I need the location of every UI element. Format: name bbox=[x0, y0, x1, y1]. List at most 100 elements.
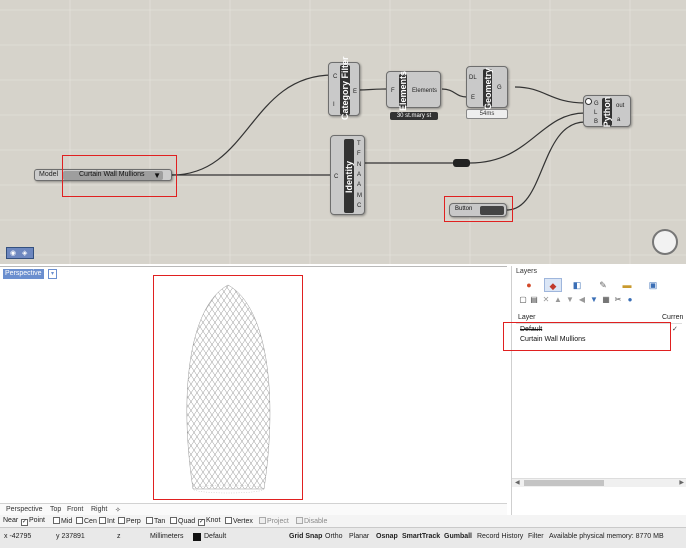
python-component[interactable]: Python G L B out a bbox=[583, 95, 631, 127]
geometry-component[interactable]: Geometry DL E G bbox=[466, 66, 508, 110]
layers-panel: Layers ● ◆ ◧ ✎ ▬ ▣ ▢ ▤ ✕ ▲ ▼ ◀ ▼ ▦ ✂ ● L… bbox=[503, 266, 686, 515]
toggle-grid-snap[interactable]: Grid Snap bbox=[289, 533, 322, 540]
scroll-right-icon[interactable]: ▶ bbox=[679, 479, 684, 486]
scroll-left-icon[interactable]: ◀ bbox=[515, 479, 520, 486]
elements-component[interactable]: Elements F Elements bbox=[386, 71, 441, 111]
units-label[interactable]: Millimeters bbox=[150, 533, 183, 540]
osnap-cen-checkbox[interactable] bbox=[76, 517, 83, 524]
osnap-quad[interactable]: Quad bbox=[170, 517, 195, 525]
preview-icon[interactable]: ◈ bbox=[22, 250, 27, 258]
osnap-vertex-checkbox[interactable] bbox=[225, 517, 232, 524]
osnap-perp[interactable]: Perp bbox=[118, 517, 141, 525]
eye-icon[interactable]: ◉ bbox=[10, 250, 16, 258]
osnap-bar: Near ✓ Point Mid Cen Int Perp Tan Quad ✓ K… bbox=[0, 515, 686, 527]
osnap-cen[interactable]: Cen bbox=[76, 517, 97, 525]
grasshopper-canvas[interactable]: Model Curtain Wall Mullions ▼ Category F… bbox=[0, 0, 686, 264]
toggle-gumball[interactable]: Gumball bbox=[444, 533, 472, 540]
osnap-near-label[interactable]: Near bbox=[3, 517, 18, 524]
osnap-project-checkbox[interactable] bbox=[259, 517, 266, 524]
port-g-in: G bbox=[594, 101, 599, 107]
filter-icon[interactable]: ▼ bbox=[589, 294, 599, 305]
tab-right[interactable]: Right bbox=[91, 506, 107, 513]
toggle-osnap[interactable]: Osnap bbox=[376, 533, 398, 540]
coord-x: x -42795 bbox=[4, 533, 32, 540]
wrench-icon[interactable]: ✂ bbox=[613, 294, 623, 305]
current-column-header[interactable]: Curren bbox=[662, 314, 683, 321]
osnap-project[interactable]: Project bbox=[259, 517, 289, 525]
category-filter-label: Category Filter bbox=[340, 56, 350, 120]
layer-column-header[interactable]: Layer bbox=[518, 314, 536, 321]
osnap-quad-checkbox[interactable] bbox=[170, 517, 177, 524]
toggle-smarttrack[interactable]: SmartTrack bbox=[402, 533, 440, 540]
app-window: Model Curtain Wall Mullions ▼ Category F… bbox=[0, 0, 686, 548]
button-highlight bbox=[444, 196, 513, 222]
canvas-toolbar: ◉ ◈ bbox=[6, 247, 34, 259]
toggle-record-history[interactable]: Record History bbox=[477, 533, 523, 540]
folder-tab-icon[interactable]: ▬ bbox=[618, 278, 636, 292]
osnap-disable-label: Disable bbox=[304, 518, 328, 525]
tab-front[interactable]: Front bbox=[67, 506, 83, 513]
help-icon[interactable]: ● bbox=[625, 294, 635, 305]
move-down-icon[interactable]: ▼ bbox=[565, 294, 575, 305]
python-logo-icon bbox=[585, 98, 592, 105]
osnap-disable[interactable]: Disable bbox=[296, 517, 327, 525]
new-layer-icon[interactable]: ▢ bbox=[518, 294, 528, 305]
osnap-mid-checkbox[interactable] bbox=[53, 517, 60, 524]
layers-scrollbar[interactable]: ◀ ▶ bbox=[512, 478, 686, 487]
properties-tab-icon[interactable]: ◆ bbox=[544, 278, 562, 292]
port-c-in: C bbox=[334, 174, 339, 180]
osnap-perp-checkbox[interactable] bbox=[118, 517, 125, 524]
tab-top[interactable]: Top bbox=[50, 506, 61, 513]
identity-label: Identity bbox=[344, 161, 354, 194]
new-sublayer-icon[interactable]: ▤ bbox=[529, 294, 539, 305]
osnap-tan-checkbox[interactable] bbox=[146, 517, 153, 524]
layer-swatch bbox=[193, 533, 201, 541]
osnap-point[interactable]: ✓ Point bbox=[21, 517, 45, 526]
delete-icon[interactable]: ✕ bbox=[541, 294, 551, 305]
port-out: out bbox=[616, 103, 625, 109]
osnap-tan-label: Tan bbox=[154, 518, 166, 525]
toggle-planar[interactable]: Planar bbox=[349, 533, 369, 540]
elements-label: Elements bbox=[398, 70, 408, 112]
toggle-filter[interactable]: Filter bbox=[528, 533, 544, 540]
back-icon[interactable]: ◀ bbox=[577, 294, 587, 305]
identity-component[interactable]: Identity C T F N A A M C bbox=[330, 135, 365, 215]
display-tab-icon[interactable]: ◧ bbox=[568, 278, 586, 292]
osnap-disable-checkbox[interactable] bbox=[296, 517, 303, 524]
osnap-point-checkbox[interactable]: ✓ bbox=[21, 519, 28, 526]
viewport-tabs: Perspective Top Front Right ✧ bbox=[0, 503, 507, 515]
port-g: G bbox=[497, 85, 502, 91]
osnap-int[interactable]: Int bbox=[99, 517, 115, 525]
relay-node[interactable] bbox=[453, 159, 470, 167]
geometry-caption: 54ms bbox=[466, 109, 508, 119]
port-i: I bbox=[333, 102, 335, 108]
osnap-cen-label: Cen bbox=[84, 518, 97, 525]
osnap-vertex[interactable]: Vertex bbox=[225, 517, 253, 525]
osnap-quad-label: Quad bbox=[178, 518, 196, 525]
render-tab-icon[interactable]: ✎ bbox=[594, 278, 612, 292]
port-f: F bbox=[357, 151, 361, 157]
osnap-int-checkbox[interactable] bbox=[99, 517, 106, 524]
add-viewport-icon[interactable]: ✧ bbox=[115, 506, 121, 514]
layers-tab-icon[interactable]: ● bbox=[520, 278, 538, 292]
navigator-icon[interactable] bbox=[652, 229, 678, 255]
checkmark-icon: ✓ bbox=[672, 326, 678, 333]
current-layer[interactable]: Default bbox=[204, 533, 226, 540]
tools-icon[interactable]: ▦ bbox=[601, 294, 611, 305]
osnap-tan[interactable]: Tan bbox=[146, 517, 165, 525]
toggle-ortho[interactable]: Ortho bbox=[325, 533, 343, 540]
value-list-label: Model bbox=[39, 171, 59, 178]
category-filter-component[interactable]: Category Filter C I E bbox=[328, 56, 360, 120]
tab-perspective[interactable]: Perspective bbox=[6, 506, 43, 513]
port-n: N bbox=[357, 162, 362, 168]
scroll-thumb[interactable] bbox=[524, 480, 604, 486]
perspective-viewport[interactable]: Perspective ▾ bbox=[0, 266, 507, 503]
python-label: Python bbox=[602, 96, 612, 128]
osnap-mid[interactable]: Mid bbox=[53, 517, 72, 525]
port-t: T bbox=[357, 141, 361, 147]
move-up-icon[interactable]: ▲ bbox=[553, 294, 563, 305]
osnap-knot-checkbox[interactable]: ✓ bbox=[198, 519, 205, 526]
help-tab-icon[interactable]: ▣ bbox=[644, 278, 662, 292]
status-bar: x -42795 y 237891 z Millimeters Default … bbox=[0, 527, 686, 548]
osnap-knot[interactable]: ✓ Knot bbox=[198, 517, 220, 526]
